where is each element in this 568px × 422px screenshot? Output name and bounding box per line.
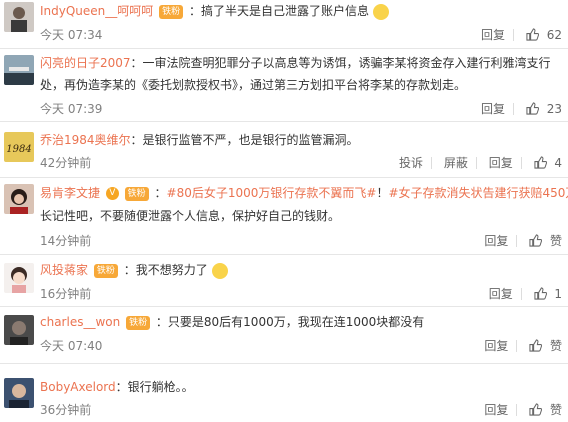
timestamp: 36分钟前 bbox=[40, 403, 92, 417]
timestamp: 今天 07:34 bbox=[40, 28, 103, 42]
avatar-image bbox=[4, 2, 34, 32]
thumbs-up-icon[interactable] bbox=[529, 234, 543, 247]
avatar-image bbox=[4, 55, 34, 85]
reply-button[interactable]: 回复 bbox=[489, 154, 513, 171]
comment-text: 长记性吧，不要随便泄露个人信息，保护好自己的钱财。 bbox=[40, 209, 341, 223]
username[interactable]: 闪亮的日子2007 bbox=[40, 56, 131, 70]
block-button[interactable]: 屏蔽 bbox=[444, 154, 468, 171]
thumbs-up-icon[interactable] bbox=[533, 156, 547, 169]
reply-button[interactable]: 回复 bbox=[484, 401, 508, 418]
reply-button[interactable]: 回复 bbox=[489, 285, 513, 302]
reply-button[interactable]: 回复 bbox=[481, 100, 505, 117]
username[interactable]: charles__won bbox=[40, 315, 120, 329]
thumbs-up-icon[interactable] bbox=[533, 287, 547, 300]
comment-text-line1: ：一审法院查明犯罪分子以高息等为诱饵，诱骗李某将资金存入建行利雅湾支行 bbox=[130, 56, 551, 70]
avatar[interactable] bbox=[4, 263, 34, 293]
like-label[interactable]: 赞 bbox=[550, 337, 562, 354]
punctuation: ！ bbox=[376, 186, 389, 200]
topic-link[interactable]: #80后女子1000万银行存款不翼而飞# bbox=[167, 186, 377, 200]
grin-emoji-icon bbox=[211, 262, 228, 279]
comment-2: 闪亮的日子2007：一审法院查明犯罪分子以高息等为诱饵，诱骗李某将资金存入建行利… bbox=[0, 49, 568, 121]
comment-text-line2: 处，再伪造李某的《委托划款授权书》，通过第三方划扣平台将李某的存款划走。 bbox=[40, 78, 467, 92]
like-count: 1 bbox=[554, 286, 562, 301]
comment-7: BobyAxelord：银行躺枪。。 36分钟前 回复 赞 bbox=[0, 364, 568, 422]
avatar-image bbox=[4, 184, 34, 214]
like-label[interactable]: 赞 bbox=[550, 232, 562, 249]
avatar-image bbox=[4, 263, 34, 293]
thumbs-up-icon[interactable] bbox=[529, 339, 543, 352]
avatar[interactable] bbox=[4, 55, 34, 85]
report-button[interactable]: 投诉 bbox=[399, 154, 423, 171]
timestamp: 今天 07:39 bbox=[40, 102, 103, 116]
like-count: 23 bbox=[546, 101, 562, 116]
timestamp: 今天 07:40 bbox=[40, 339, 103, 353]
fan-badge: 铁粉 bbox=[126, 315, 151, 330]
like-count: 62 bbox=[546, 27, 562, 42]
username[interactable]: IndyQueen__呵呵呵 bbox=[40, 4, 153, 18]
username[interactable]: BobyAxelord bbox=[40, 380, 116, 394]
comment-5: 风投蒋家 铁粉 ：我不想努力了 16分钟前 回复 1 bbox=[0, 255, 568, 306]
username[interactable]: 风投蒋家 bbox=[40, 263, 88, 277]
reply-button[interactable]: 回复 bbox=[484, 337, 508, 354]
comment-text: ：搞了半天是自己泄露了账户信息 bbox=[188, 4, 369, 18]
timestamp: 14分钟前 bbox=[40, 234, 92, 248]
reply-button[interactable]: 回复 bbox=[484, 232, 508, 249]
comment-6: charles__won 铁粉 ：只要是80后有1000万，我现在连1000块都… bbox=[0, 307, 568, 363]
timestamp: 42分钟前 bbox=[40, 156, 92, 170]
username[interactable]: 乔治1984奥维尔 bbox=[40, 133, 131, 147]
topic-link[interactable]: #女子存款消失状告建行获赔450万# bbox=[388, 186, 568, 200]
avatar-image bbox=[4, 378, 34, 408]
avatar[interactable] bbox=[4, 2, 34, 32]
comment-text: ：是银行监管不严，也是银行的监管漏洞。 bbox=[130, 133, 359, 147]
fan-badge: 铁粉 bbox=[124, 186, 149, 201]
avatar-image bbox=[4, 315, 34, 345]
fan-badge: 铁粉 bbox=[93, 263, 118, 278]
comment-3: 1984 乔治1984奥维尔：是银行监管不严，也是银行的监管漏洞。 42分钟前 … bbox=[0, 122, 568, 177]
thumbs-up-icon[interactable] bbox=[529, 403, 543, 416]
reply-button[interactable]: 回复 bbox=[481, 26, 505, 43]
comment-text: ：只要是80后有1000万，我现在连1000块都没有 bbox=[155, 315, 425, 329]
avatar[interactable] bbox=[4, 315, 34, 345]
comment-1: IndyQueen__呵呵呵 铁粉 ：搞了半天是自己泄露了账户信息 今天 07:… bbox=[0, 0, 568, 48]
username[interactable]: 易肯李文捷 bbox=[40, 186, 100, 200]
verified-v-icon: V bbox=[105, 187, 119, 200]
thumbs-up-icon[interactable] bbox=[526, 28, 539, 41]
svg-text:1984: 1984 bbox=[6, 144, 31, 155]
comment-text: ：银行躺枪。。 bbox=[115, 380, 194, 394]
avatar[interactable] bbox=[4, 184, 34, 214]
avatar[interactable] bbox=[4, 378, 34, 408]
like-count: 4 bbox=[554, 155, 562, 170]
avatar-image: 1984 bbox=[4, 132, 34, 162]
comment-text: ：我不想努力了 bbox=[123, 263, 208, 277]
timestamp: 16分钟前 bbox=[40, 287, 92, 301]
avatar[interactable]: 1984 bbox=[4, 132, 34, 162]
face-emoji-icon bbox=[372, 3, 389, 20]
thumbs-up-icon[interactable] bbox=[526, 102, 539, 115]
fan-badge: 铁粉 bbox=[159, 4, 184, 19]
like-label[interactable]: 赞 bbox=[550, 401, 562, 418]
comment-4: 易肯李文捷 V 铁粉 ：#80后女子1000万银行存款不翼而飞#！#女子存款消失… bbox=[0, 178, 568, 254]
